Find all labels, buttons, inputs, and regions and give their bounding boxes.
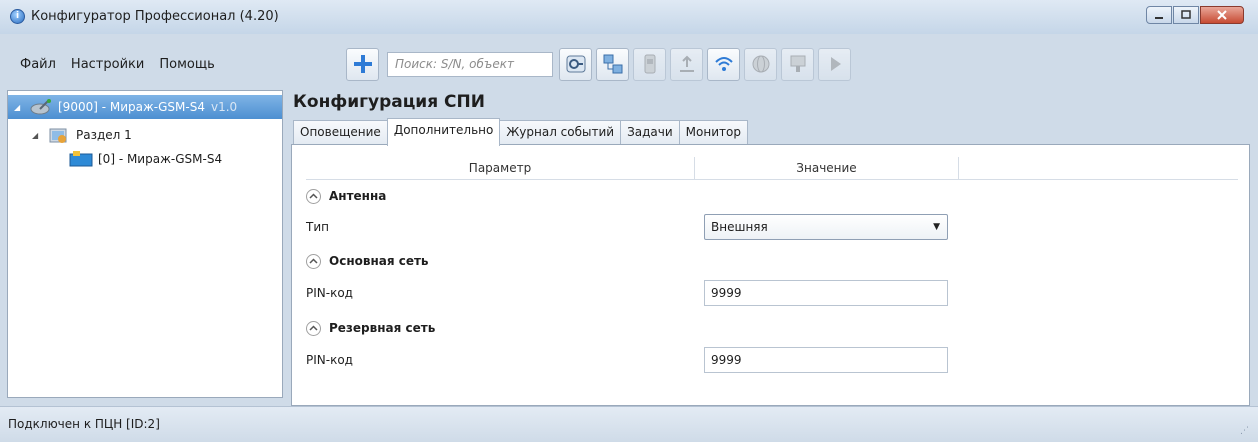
group-title: Резервная сеть xyxy=(329,321,436,335)
connection-status: Подключен к ПЦН [ID:2] xyxy=(8,417,160,431)
grid-header: Параметр Значение xyxy=(306,157,1238,180)
add-object-button[interactable] xyxy=(346,47,379,81)
minimize-icon xyxy=(1155,17,1163,19)
chevron-up-icon xyxy=(309,193,318,199)
chevron-up-icon xyxy=(309,258,318,264)
window-title: Конфигуратор Профессионал (4.20) xyxy=(31,9,279,24)
primary-pin-field[interactable]: 9999 xyxy=(704,280,948,306)
app-window: i Конфигуратор Профессионал (4.20) Файл … xyxy=(0,0,1258,442)
section-icon xyxy=(49,128,67,143)
search-input[interactable]: Поиск: S/N, объект xyxy=(387,51,553,77)
toolbar: Поиск: S/N, объект xyxy=(346,47,855,81)
page-title: Конфигурация СПИ xyxy=(293,92,485,112)
tab-notifications[interactable]: Оповещение xyxy=(293,120,388,145)
group-title: Антенна xyxy=(329,189,387,203)
maximize-button[interactable] xyxy=(1173,6,1199,24)
param-label: PIN-код xyxy=(306,353,353,367)
tab-event-log[interactable]: Журнал событий xyxy=(499,120,622,145)
dropdown-arrow-icon: ▼ xyxy=(933,222,940,232)
menu-help[interactable]: Помощь xyxy=(159,57,214,72)
upload-button[interactable] xyxy=(670,47,703,81)
tree-section-label: Раздел 1 xyxy=(76,128,132,142)
expand-arrow-icon[interactable]: ◢ xyxy=(32,131,42,140)
settings-panel: Параметр Значение Антенна Тип Внешняя ▼ … xyxy=(291,144,1250,406)
menu-bar: Файл Настройки Помощь xyxy=(4,42,222,86)
window-controls xyxy=(1145,6,1244,24)
globe-icon xyxy=(752,55,769,73)
close-button[interactable] xyxy=(1200,6,1244,24)
collapse-icon[interactable] xyxy=(306,320,321,336)
tab-bar: Оповещение Дополнительно Журнал событий … xyxy=(293,118,748,146)
play-icon xyxy=(830,57,841,71)
monitor-icon xyxy=(790,55,805,72)
tab-additional[interactable]: Дополнительно xyxy=(386,118,501,146)
collapse-icon[interactable] xyxy=(306,188,321,204)
object-tree: ◢ [9000] - Мираж-GSM-S4 v1.0 ◢ Раздел 1 xyxy=(7,90,283,398)
resize-grip-icon[interactable]: ⋰ xyxy=(1240,426,1250,436)
app-logo-icon: i xyxy=(10,9,25,24)
wifi-icon xyxy=(714,57,733,71)
minimize-button[interactable] xyxy=(1146,6,1172,24)
param-label: PIN-код xyxy=(306,286,353,300)
close-icon xyxy=(1217,10,1227,20)
column-header-param: Параметр xyxy=(306,157,695,179)
connect-icon xyxy=(566,55,585,73)
tree-root-version: v1.0 xyxy=(210,100,238,114)
device-icon xyxy=(644,54,655,74)
backup-pin-field[interactable]: 9999 xyxy=(704,347,948,373)
column-header-value: Значение xyxy=(695,157,959,179)
tree-node-device[interactable]: [0] - Мираж-GSM-S4 xyxy=(8,147,222,171)
tree-node-section[interactable]: ◢ Раздел 1 xyxy=(8,123,132,147)
run-button[interactable] xyxy=(818,47,851,81)
group-backup-network[interactable]: Резервная сеть xyxy=(306,315,435,341)
wifi-button[interactable] xyxy=(707,47,740,81)
upload-icon xyxy=(679,55,694,72)
title-bar: i Конфигуратор Профессионал (4.20) xyxy=(0,0,1258,34)
antenna-type-select[interactable]: Внешняя ▼ xyxy=(704,214,948,240)
network-icon xyxy=(603,54,622,74)
tree-root-label: [9000] - Мираж-GSM-S4 xyxy=(58,100,205,114)
tab-monitor[interactable]: Монитор xyxy=(678,120,748,145)
globe-button[interactable] xyxy=(744,47,777,81)
status-bar: Подключен к ПЦН [ID:2] ⋰ xyxy=(0,406,1258,442)
add-icon xyxy=(353,55,372,73)
network-button[interactable] xyxy=(596,47,629,81)
param-label: Тип xyxy=(306,220,329,234)
tree-node-root[interactable]: ◢ [9000] - Мираж-GSM-S4 v1.0 xyxy=(8,95,282,119)
monitor-button[interactable] xyxy=(781,47,814,81)
connect-button[interactable] xyxy=(559,47,592,81)
select-value: Внешняя xyxy=(711,220,768,234)
menu-file[interactable]: Файл xyxy=(20,57,56,72)
group-antenna[interactable]: Антенна xyxy=(306,183,386,209)
tree-device-label: [0] - Мираж-GSM-S4 xyxy=(98,152,223,166)
device-node-icon xyxy=(69,151,93,167)
chevron-up-icon xyxy=(309,325,318,331)
tab-tasks[interactable]: Задачи xyxy=(620,120,680,145)
menu-settings[interactable]: Настройки xyxy=(71,57,144,72)
satellite-icon xyxy=(30,99,51,115)
expand-arrow-icon[interactable]: ◢ xyxy=(14,103,24,112)
collapse-icon[interactable] xyxy=(306,253,321,269)
property-grid: Параметр Значение Антенна Тип Внешняя ▼ … xyxy=(306,157,1238,397)
group-title: Основная сеть xyxy=(329,254,429,268)
device-button[interactable] xyxy=(633,47,666,81)
maximize-icon xyxy=(1181,10,1191,19)
group-primary-network[interactable]: Основная сеть xyxy=(306,248,429,274)
